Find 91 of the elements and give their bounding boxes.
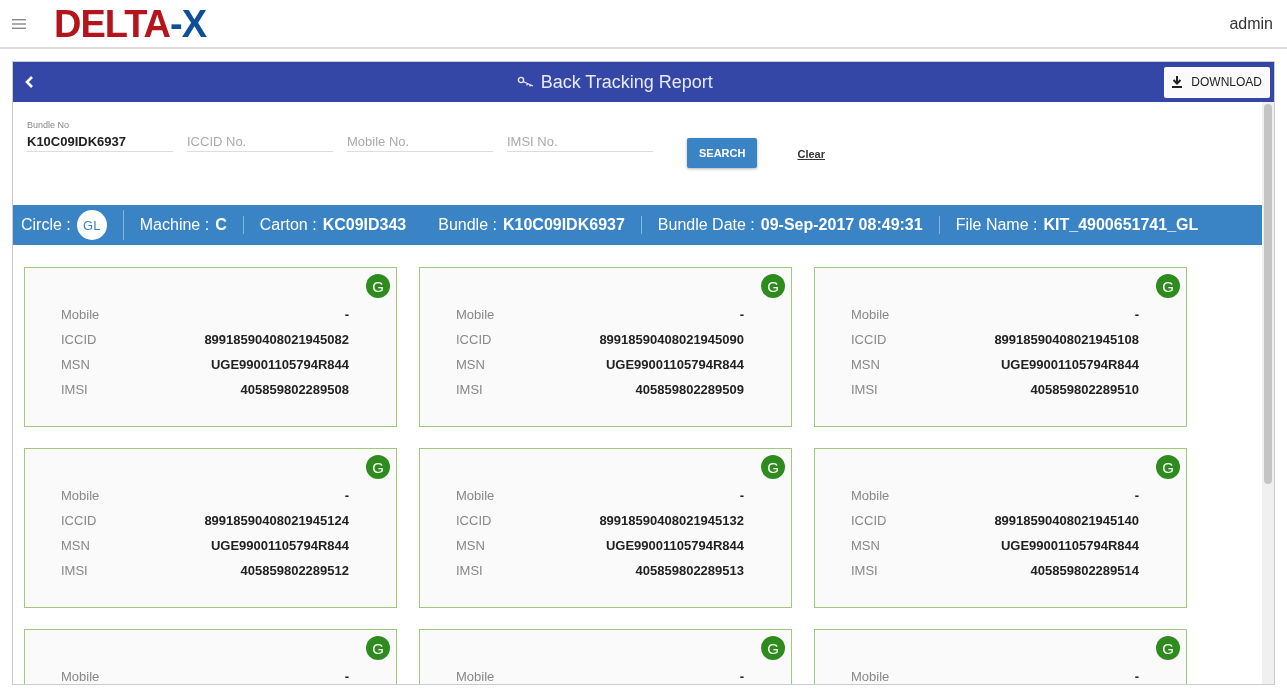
- field-label: ICCID: [61, 513, 97, 528]
- info-value: KC09ID343: [322, 216, 407, 234]
- field-label: Mobile: [61, 307, 100, 322]
- field-value: UGE99001105794R844: [210, 538, 349, 553]
- field-value: -: [344, 669, 349, 684]
- key-icon: [516, 76, 535, 88]
- info-label: Bundle Date :: [657, 216, 755, 234]
- status-badge: G: [1156, 274, 1180, 298]
- status-badge: G: [366, 274, 390, 298]
- scrollbar[interactable]: [1262, 102, 1274, 684]
- info-label: Bundle :: [438, 216, 497, 234]
- info-value: KIT_4900651741_GL: [1043, 216, 1199, 234]
- field-value: 89918590408021945124: [204, 513, 349, 528]
- download-button[interactable]: DOWNLOAD: [1164, 66, 1270, 98]
- field-label: Bundle No: [27, 120, 71, 132]
- field-value: UGE99001105794R844: [1000, 357, 1139, 372]
- field-label: ICCID: [456, 332, 492, 347]
- field-label: MSN: [851, 538, 880, 553]
- field-label: IMSI: [61, 563, 88, 578]
- field-value: 405859802289512: [240, 563, 349, 578]
- menu-icon[interactable]: [12, 18, 26, 29]
- circle-badge: GL: [76, 210, 107, 240]
- input-field[interactable]: IMSI No.: [507, 132, 653, 152]
- status-badge: G: [366, 455, 390, 479]
- field-value: UGE99001105794R844: [605, 357, 744, 372]
- field-label: IMSI: [456, 382, 483, 397]
- field-value: UGE99001105794R844: [1000, 538, 1139, 553]
- field-label: IMSI: [61, 382, 88, 397]
- field-label: IMSI: [851, 382, 878, 397]
- field-label: IMSI: [456, 563, 483, 578]
- field-value: 405859802289510: [1030, 382, 1139, 397]
- field-value: 89918590408021945082: [204, 332, 349, 347]
- logo: DELTA-X: [54, 4, 206, 43]
- info-label: File Name :: [955, 216, 1038, 234]
- search-button[interactable]: SEARCH: [687, 138, 758, 168]
- status-badge: G: [761, 636, 785, 660]
- field-label: Mobile: [61, 488, 100, 503]
- field-label: Mobile: [61, 669, 100, 684]
- field-value: 89918590408021945132: [599, 513, 744, 528]
- field-value: -: [739, 488, 744, 503]
- status-badge: G: [1156, 455, 1180, 479]
- field-label: Mobile: [851, 669, 890, 684]
- field-label: ICCID: [61, 332, 97, 347]
- field-label: MSN: [61, 357, 90, 372]
- field-value: 89918590408021945090: [599, 332, 744, 347]
- info-value: K10C09IDK6937: [502, 216, 625, 234]
- field-label: IMSI: [851, 563, 878, 578]
- field-value: 405859802289508: [240, 382, 349, 397]
- back-icon[interactable]: [23, 75, 35, 89]
- field-label: Mobile: [456, 669, 495, 684]
- field-value: 405859802289514: [1030, 563, 1139, 578]
- field-label: Mobile: [851, 488, 890, 503]
- field-value: -: [1134, 669, 1139, 684]
- field-value: -: [344, 488, 349, 503]
- field-label: MSN: [456, 538, 485, 553]
- info-label: Circle :: [21, 216, 71, 234]
- status-badge: G: [1156, 636, 1180, 660]
- field-label: ICCID: [851, 513, 887, 528]
- field-value: -: [1134, 307, 1139, 322]
- field-value: -: [739, 307, 744, 322]
- field-value: -: [1134, 488, 1139, 503]
- page-title: Back Tracking Report: [540, 71, 713, 93]
- input-field[interactable]: K10C09IDK6937: [27, 132, 173, 152]
- field-label: ICCID: [456, 513, 492, 528]
- status-badge: G: [761, 274, 785, 298]
- field-label: MSN: [61, 538, 90, 553]
- info-value: C: [215, 216, 227, 234]
- field-label: Mobile: [456, 307, 495, 322]
- field-value: UGE99001105794R844: [210, 357, 349, 372]
- status-badge: G: [366, 636, 390, 660]
- field-label: ICCID: [851, 332, 887, 347]
- download-icon: [1172, 76, 1183, 88]
- field-value: 405859802289509: [635, 382, 744, 397]
- field-label: Mobile: [456, 488, 495, 503]
- info-value: 09-Sep-2017 08:49:31: [760, 216, 923, 234]
- input-field[interactable]: ICCID No.: [187, 132, 333, 152]
- field-value: 405859802289513: [635, 563, 744, 578]
- field-value: -: [739, 669, 744, 684]
- clear-link[interactable]: Clear: [797, 148, 825, 160]
- field-label: Mobile: [851, 307, 890, 322]
- field-value: 89918590408021945140: [994, 513, 1139, 528]
- user-name[interactable]: admin: [1229, 14, 1273, 33]
- field-label: MSN: [851, 357, 880, 372]
- info-label: Machine :: [139, 216, 210, 234]
- input-field[interactable]: Mobile No.: [347, 132, 493, 152]
- field-value: 89918590408021945108: [994, 332, 1139, 347]
- field-value: -: [344, 307, 349, 322]
- field-value: UGE99001105794R844: [605, 538, 744, 553]
- info-label: Carton :: [259, 216, 317, 234]
- status-badge: G: [761, 455, 785, 479]
- field-label: MSN: [456, 357, 485, 372]
